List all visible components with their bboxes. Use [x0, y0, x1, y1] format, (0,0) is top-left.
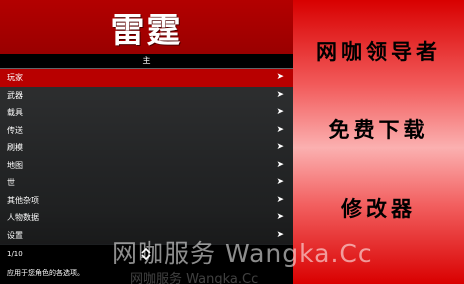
- menu-item-label: 刷模: [7, 143, 23, 152]
- arrow-right-icon: ➤: [276, 194, 284, 205]
- menu-subtitle: 主: [0, 54, 293, 68]
- arrow-right-icon: ➤: [276, 124, 284, 135]
- menu-item-vehicles[interactable]: 载具 ➤: [0, 104, 293, 122]
- menu-item-spawn-models[interactable]: 刷模 ➤: [0, 139, 293, 157]
- menu-header: 雷霆: [0, 0, 293, 54]
- menu-item-player[interactable]: 玩家 ➤: [0, 69, 293, 87]
- menu-item-label: 玩家: [7, 73, 23, 82]
- arrow-right-icon: ➤: [276, 107, 284, 117]
- menu-item-label: 设置: [7, 230, 23, 240]
- arrow-right-icon: ➤: [276, 89, 284, 100]
- menu-item-label: 人物数据: [7, 213, 39, 222]
- trainer-menu: 雷霆 主 玩家 ➤ 武器 ➤ 载具 ➤ 传送 ➤ 刷模 ➤ 地图 ➤ 世 ➤ 其…: [0, 0, 293, 284]
- menu-item-weapons[interactable]: 武器 ➤: [0, 86, 293, 104]
- ad-line-2: 免费下载: [328, 117, 429, 142]
- menu-item-label: 武器: [7, 90, 23, 100]
- menu-footer: 1/10: [0, 245, 293, 263]
- up-down-arrows-icon[interactable]: [140, 247, 152, 261]
- arrow-right-icon: ➤: [276, 212, 284, 222]
- menu-item-label: 其他杂项: [7, 195, 39, 205]
- arrow-right-icon: ➤: [276, 142, 284, 152]
- arrow-right-icon: ➤: [276, 72, 284, 82]
- menu-item-world[interactable]: 世 ➤: [0, 174, 293, 192]
- menu-item-label: 世: [7, 178, 15, 187]
- game-screen: 雷霆 主 玩家 ➤ 武器 ➤ 载具 ➤ 传送 ➤ 刷模 ➤ 地图 ➤ 世 ➤ 其…: [0, 0, 464, 284]
- menu-description: 应用于您角色的各选项。: [0, 263, 293, 284]
- menu-title: 雷霆: [110, 10, 183, 51]
- menu-item-misc[interactable]: 其他杂项 ➤: [0, 191, 293, 209]
- menu-item-settings[interactable]: 设置 ➤: [0, 226, 293, 244]
- ad-line-1: 网咖领导者: [316, 39, 441, 64]
- menu-item-label: 传送: [7, 125, 23, 135]
- ad-line-3: 修改器: [341, 196, 416, 221]
- menu-item-character-stats[interactable]: 人物数据 ➤: [0, 209, 293, 227]
- menu-item-label: 载具: [7, 108, 23, 117]
- menu-item-label: 地图: [7, 160, 23, 170]
- menu-item-list: 玩家 ➤ 武器 ➤ 载具 ➤ 传送 ➤ 刷模 ➤ 地图 ➤ 世 ➤ 其他杂项 ➤…: [0, 69, 293, 244]
- arrow-right-icon: ➤: [276, 229, 284, 240]
- page-indicator: 1/10: [7, 250, 23, 258]
- menu-item-teleport[interactable]: 传送 ➤: [0, 121, 293, 139]
- ad-banner[interactable]: 网咖领导者 免费下载 修改器: [293, 0, 464, 284]
- arrow-right-icon: ➤: [276, 177, 284, 187]
- arrow-right-icon: ➤: [276, 159, 284, 170]
- menu-item-map[interactable]: 地图 ➤: [0, 156, 293, 174]
